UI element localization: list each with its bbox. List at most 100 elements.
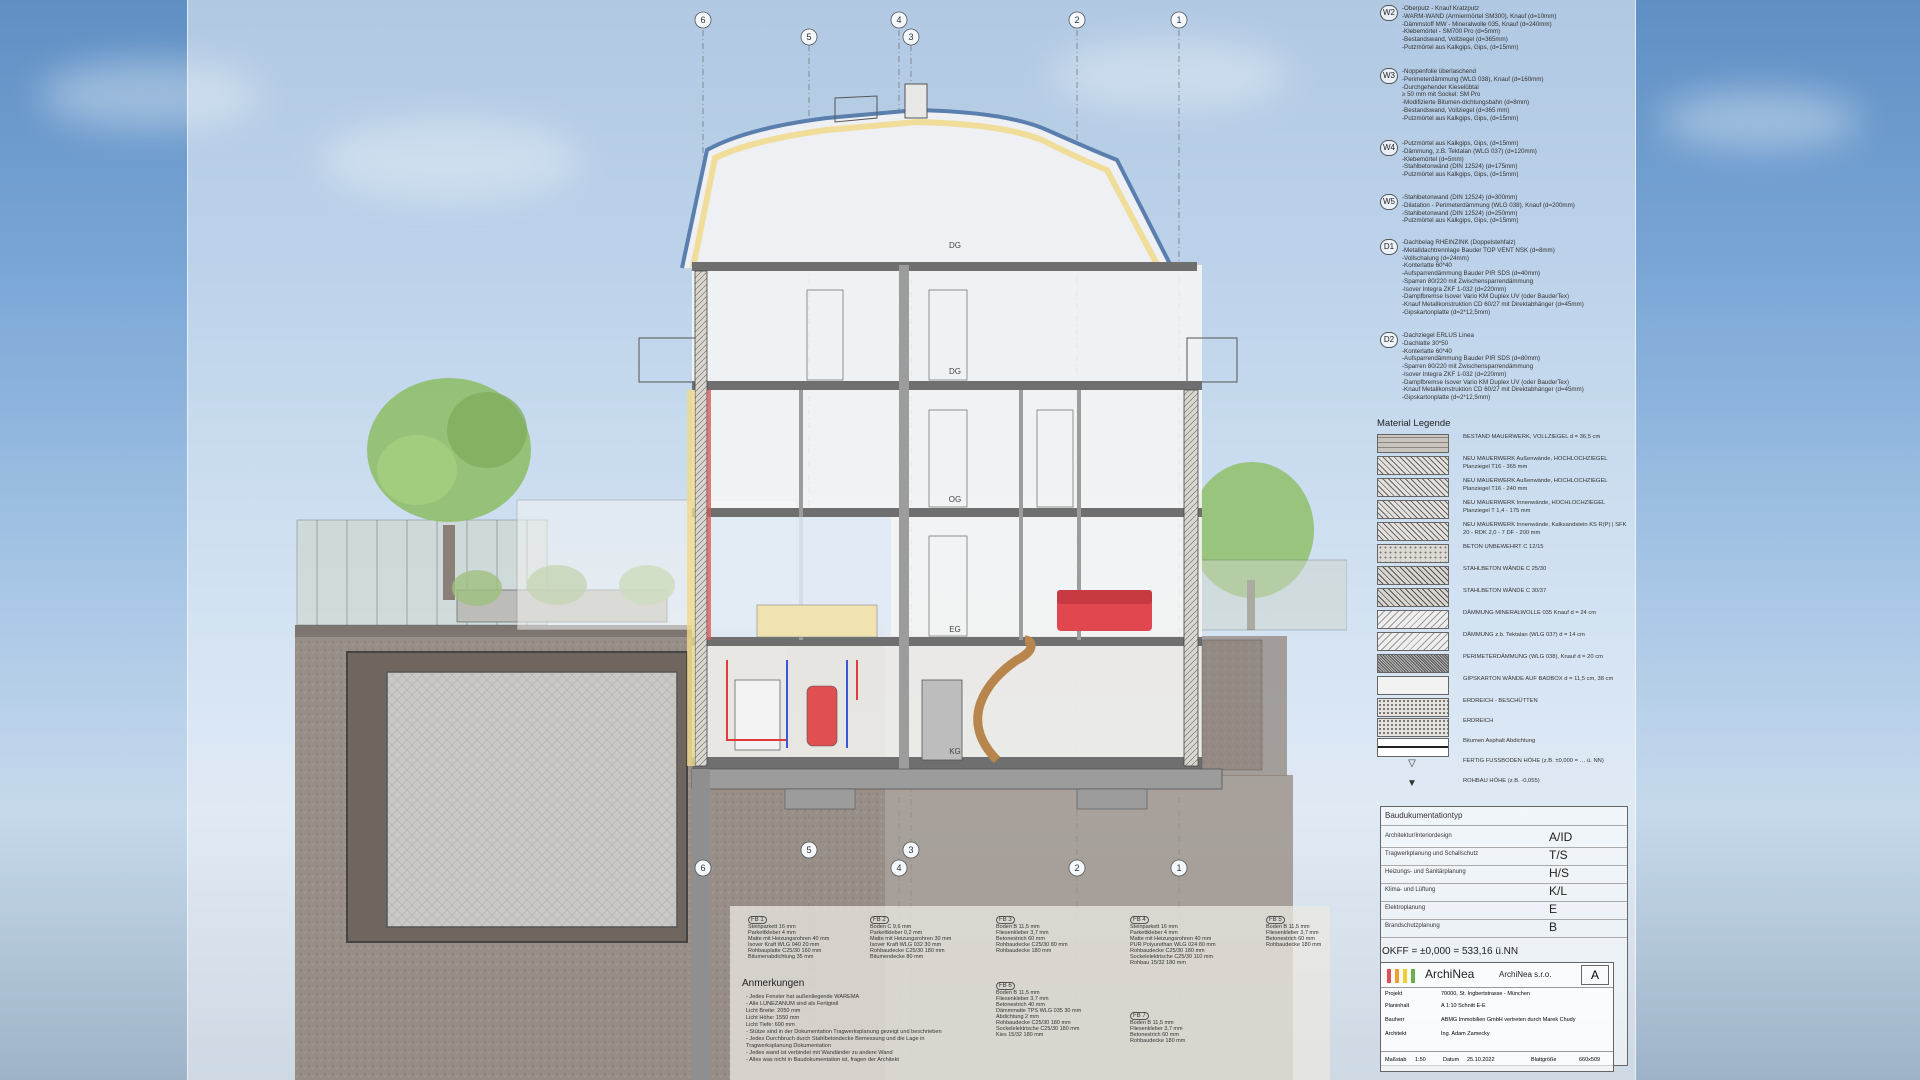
legend-label: ROHBAU HÖHE (z.B. -0,055): [1463, 778, 1540, 784]
anmerkung-line: - Jedes wand ist verbindet mit Wandänder…: [746, 1050, 893, 1056]
planinhalt-value: A 1:10 Schnitt E-E: [1441, 1003, 1486, 1009]
doc-table-row: Brandschutzplanung B: [1381, 919, 1627, 938]
legend-label: PERIMETERDÄMMUNG (WLG 038), Knauf d = 20…: [1463, 654, 1603, 660]
doc-table-row: Heizungs- und Sanitärplanung H/S: [1381, 865, 1627, 884]
legend-item: GIPSKARTON WÄNDE AUF BADBOX d = 11,5 cm,…: [1377, 676, 1627, 695]
axis-label: 4: [896, 15, 901, 25]
anmerkung-line: - Jedes Durchbruch durch Stahlbetondecke…: [746, 1036, 925, 1042]
wall-type-w4: W4 -Putzmörtel aus Kalkgips, Gips, (d=15…: [1380, 140, 1625, 179]
anmerkung-line: - Alle LUNEZANUM sind als Fertigteil: [746, 1001, 839, 1007]
floor-buildup-fb5: FB 5 Boden B 11,5 mm Fliesenkleber 3,7 mm…: [1266, 916, 1322, 948]
wall-right: [1183, 389, 1199, 767]
doc-table-row: Elektroplanung E: [1381, 901, 1627, 920]
axis-label: 3: [908, 845, 913, 855]
axis-label: 1: [1176, 863, 1181, 873]
datum-label: Datum: [1443, 1057, 1460, 1063]
floor-buildup-fb1: FB 1 Steinparkett 16 mm Parkettkleber 4 m…: [748, 916, 830, 960]
wall-type-d1: D1 -Dachbelag RHEINZINK (Doppelstehfalz)…: [1380, 239, 1625, 317]
wall-type-w5: W5 -Stahlbetonwand (DIN 12524) (d=300mm)…: [1380, 194, 1625, 225]
legend-label: Bitumen Asphalt Abdichtung: [1463, 738, 1536, 744]
legend-swatch: [1377, 434, 1449, 453]
legend-item: PERIMETERDÄMMUNG (WLG 038), Knauf d = 20…: [1377, 654, 1627, 673]
sheet-letter: A: [1581, 965, 1609, 985]
anmerkung-line: - Alles was nicht in Baudokumentation is…: [746, 1057, 899, 1063]
axis-label: 6: [700, 863, 705, 873]
legend-label: STAHLBETON WÄNDE C 30/37: [1463, 588, 1547, 594]
material-legend-title: Material Legende: [1377, 418, 1451, 429]
sofa-back: [1057, 590, 1152, 604]
logo-text: ArchiNea: [1425, 967, 1475, 981]
legend-swatch: [1377, 500, 1449, 519]
bed: [756, 604, 878, 638]
wall-left: [694, 270, 708, 767]
legend-swatch: ▼: [1407, 778, 1417, 789]
legend-item: DÄMMUNG MINERALWOLLE 035 Knauf d = 24 cm: [1377, 610, 1627, 629]
okff-reference: OKFF = ±0,000 = 533,16 ü.NN: [1382, 946, 1519, 957]
projekt-value: 70000, St. Ingbertstrasse - München: [1441, 991, 1530, 997]
axis-label: 5: [806, 845, 811, 855]
wall-type-w3: W3 -Noppenfolie überlaschend -Perimeterdä…: [1380, 68, 1625, 122]
company-name: ArchiNea s.r.o.: [1499, 970, 1552, 979]
legend-swatch: [1377, 738, 1449, 757]
title-block: ArchiNea ArchiNea s.r.o. A Projekt 70000…: [1380, 962, 1614, 1072]
room-label: OG: [949, 495, 961, 504]
legend-label: DÄMMUNG MINERALWOLLE 035 Knauf d = 24 cm: [1463, 610, 1597, 616]
legend-label: BETON UNBEWEHRT C 12/15: [1463, 544, 1544, 550]
wall-type-w2: W2 -Oberputz - Knauf Kratzputz -WARM-WAND…: [1380, 5, 1625, 52]
floor-buildup-fb4: FB 4 Steinparkett 16 mm Parkettkleber 4 m…: [1130, 916, 1216, 966]
legend-item: ▼ ROHBAU HÖHE (z.B. -0,055): [1377, 778, 1627, 796]
anmerkung-line: Licht Breite: 2050 mm: [746, 1008, 801, 1014]
legend-swatch: [1377, 698, 1449, 717]
legend-label: GIPSKARTON WÄNDE AUF BADBOX d = 11,5 cm,…: [1463, 676, 1614, 682]
anmerkung-line: Licht Tiefe: 690 mm: [746, 1022, 795, 1028]
wall-type-d2: D2 -Dachziegel ERLUS Linea -Dachlatte 30*…: [1380, 332, 1625, 402]
axis-label: 6: [700, 15, 705, 25]
legend-label: NEU MAUERWERK Innenwände, Kalksandstein …: [1463, 522, 1627, 536]
legend-label: NEU MAUERWERK Innenwände, HOCHLOCHZIEGEL…: [1463, 500, 1606, 514]
axis-label: 3: [908, 32, 913, 42]
doc-table-row: Architektur/Interiordesign A/ID: [1381, 829, 1627, 848]
axis-label: 2: [1074, 15, 1079, 25]
doc-table-row: Tragwerkplanung und Schallschutz T/S: [1381, 847, 1627, 866]
axis-label: 5: [806, 32, 811, 42]
blatt-value: 660x509: [1579, 1057, 1601, 1063]
legend-item: DÄMMUNG z.b. Tektalan (WLG 037) d = 14 c…: [1377, 632, 1627, 651]
legend-item: NEU MAUERWERK Innenwände, HOCHLOCHZIEGEL…: [1377, 500, 1627, 519]
bauherr-value: ABMG Immobilien GmbH vertreten durch Mar…: [1441, 1017, 1576, 1023]
legend-item: NEU MAUERWERK Außenwände, HOCHLOCHZIEGEL…: [1377, 456, 1627, 475]
insulation-left: [687, 390, 695, 766]
legend-swatch: ▽: [1408, 758, 1416, 769]
fence-right: [1196, 559, 1347, 631]
axis-label: 4: [896, 863, 901, 873]
legend-label: NEU MAUERWERK Außenwände, HOCHLOCHZIEGEL…: [1463, 456, 1608, 470]
legend-label: FERTIG FUSSBODEN HÖHE (z.B. ±0,000 = … ü…: [1463, 758, 1604, 764]
legend-item: STAHLBETON WÄNDE C 25/30: [1377, 566, 1627, 585]
legend-item: Bitumen Asphalt Abdichtung: [1377, 738, 1627, 757]
legend-swatch: [1377, 632, 1449, 651]
legend-swatch: [1377, 718, 1449, 737]
legend-label: STAHLBETON WÄNDE C 25/30: [1463, 566, 1547, 572]
retaining-wall: [692, 769, 710, 1080]
legend-swatch: [1377, 610, 1449, 629]
legend-swatch: [1377, 522, 1449, 541]
legend-item: BETON UNBEWEHRT C 12/15: [1377, 544, 1627, 563]
legend-item: ERDREICH: [1377, 718, 1627, 737]
legend-label: BESTAND MAUERWERK, VOLLZIEGEL d = 36,5 c…: [1463, 434, 1601, 440]
legend-swatch: [1377, 676, 1449, 695]
planinhalt-label: Planinhalt: [1385, 1003, 1410, 1009]
anmerkungen-title: Anmerkungen: [742, 978, 805, 989]
balcony-left: [638, 337, 700, 383]
blatt-label: Blattgröße: [1531, 1057, 1557, 1063]
legend-label: ERDREICH - BESCHÜTTEN: [1463, 698, 1538, 704]
legend-swatch: [1377, 654, 1449, 673]
roof-mansard: [680, 107, 1174, 269]
cloud: [1660, 90, 1860, 150]
room-label: DG: [949, 241, 961, 250]
legend-item: ERDREICH - BESCHÜTTEN: [1377, 698, 1627, 717]
axis-label: 1: [1176, 15, 1181, 25]
underground-tank-inner: [386, 671, 678, 928]
heat-tank: [806, 685, 838, 747]
doc-table-header: Baudukumentationtyp: [1381, 807, 1627, 826]
legend-swatch: [1377, 588, 1449, 607]
legend-item: BESTAND MAUERWERK, VOLLZIEGEL d = 36,5 c…: [1377, 434, 1627, 453]
